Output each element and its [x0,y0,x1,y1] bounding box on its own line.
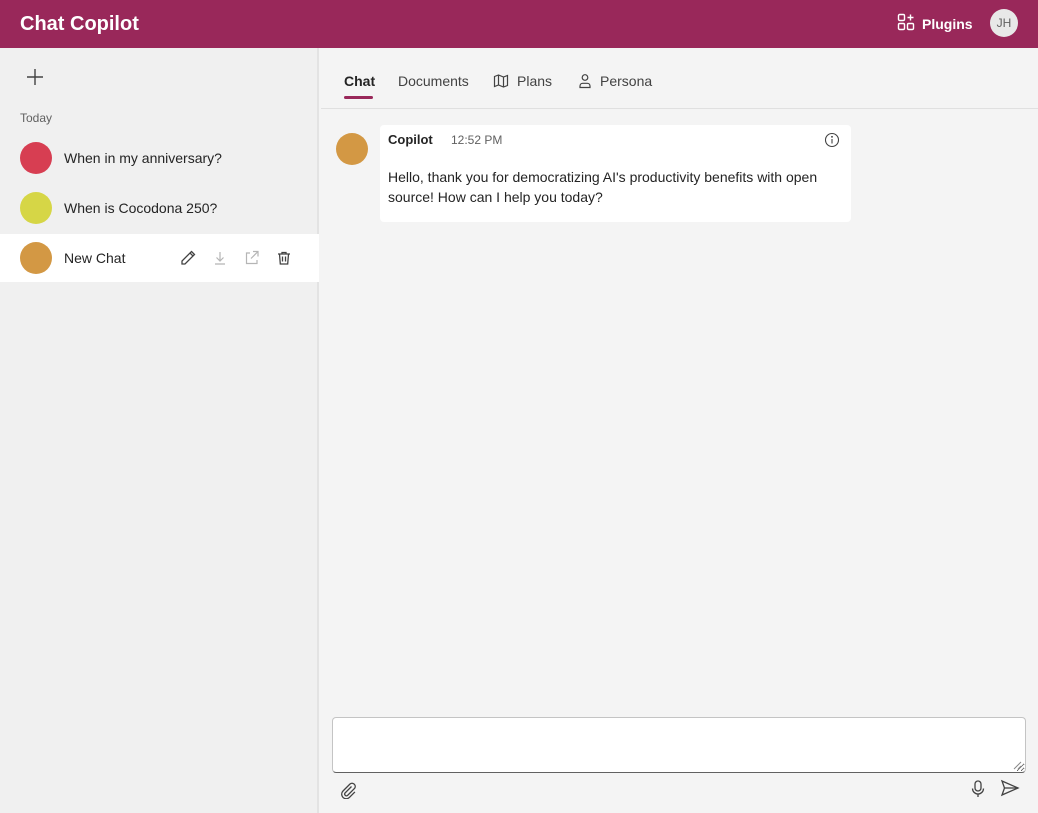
microphone-button[interactable] [969,779,989,799]
tab-plans[interactable]: Plans [493,68,552,94]
chat-input[interactable] [332,717,1026,773]
edit-chat-button[interactable] [178,248,198,268]
tab-chat[interactable]: Chat [344,68,375,94]
message-author: Copilot [388,132,433,147]
chat-avatar [20,242,52,274]
copilot-avatar [336,133,368,165]
tab-label: Plans [517,73,553,89]
microphone-icon [971,780,985,797]
chat-item-actions [178,248,294,268]
chat-list-item-selected[interactable]: New Chat [0,234,319,282]
app-header: Chat Copilot Plugins JH [0,0,1038,48]
chat-list-item[interactable]: When is Cocodona 250? [0,184,319,232]
new-chat-button[interactable] [24,66,46,88]
chat-avatar [20,192,52,224]
paperclip-icon [341,782,356,800]
chat-title: When is Cocodona 250? [64,200,218,216]
chat-main-panel: Chat Documents Plans Persona Copilot 12:… [321,48,1038,813]
info-icon [824,132,840,148]
user-avatar[interactable]: JH [990,9,1018,37]
active-tab-indicator [344,96,373,99]
send-button[interactable] [1000,779,1022,799]
plugins-button[interactable]: Plugins [897,13,973,35]
tab-label: Chat [344,73,376,89]
chat-list-item[interactable]: When in my anniversary? [0,134,319,182]
plugins-label: Plugins [922,16,973,32]
message-timestamp: 12:52 PM [451,133,503,147]
app-title: Chat Copilot [20,13,139,35]
trash-icon [278,251,290,265]
plus-icon [27,69,43,85]
message-info-button[interactable] [824,132,840,148]
section-label-today: Today [20,111,53,125]
tab-label: Documents [398,73,469,89]
tab-label: Persona [600,73,653,89]
share-chat-button[interactable] [242,248,262,268]
chat-list-sidebar: Today When in my anniversary? When is Co… [0,48,319,813]
delete-chat-button[interactable] [274,248,294,268]
plugins-icon [897,13,915,36]
pencil-icon [181,250,196,265]
send-icon [1000,779,1020,797]
tab-documents[interactable]: Documents [398,68,469,94]
chat-title: New Chat [64,250,126,266]
chat-title: When in my anniversary? [64,150,222,166]
download-icon [215,252,225,265]
tab-bar: Chat Documents Plans Persona [321,48,1038,109]
share-icon [245,250,259,265]
message-text: Hello, thank you for democratizing AI's … [388,169,818,205]
download-chat-button[interactable] [210,248,230,268]
person-icon [579,74,591,89]
attach-file-button[interactable] [339,781,359,801]
chat-avatar [20,142,52,174]
tab-persona[interactable]: Persona [578,68,652,94]
map-icon [493,74,509,88]
chat-message-bubble: Copilot 12:52 PM Hello, thank you for de… [380,125,851,222]
